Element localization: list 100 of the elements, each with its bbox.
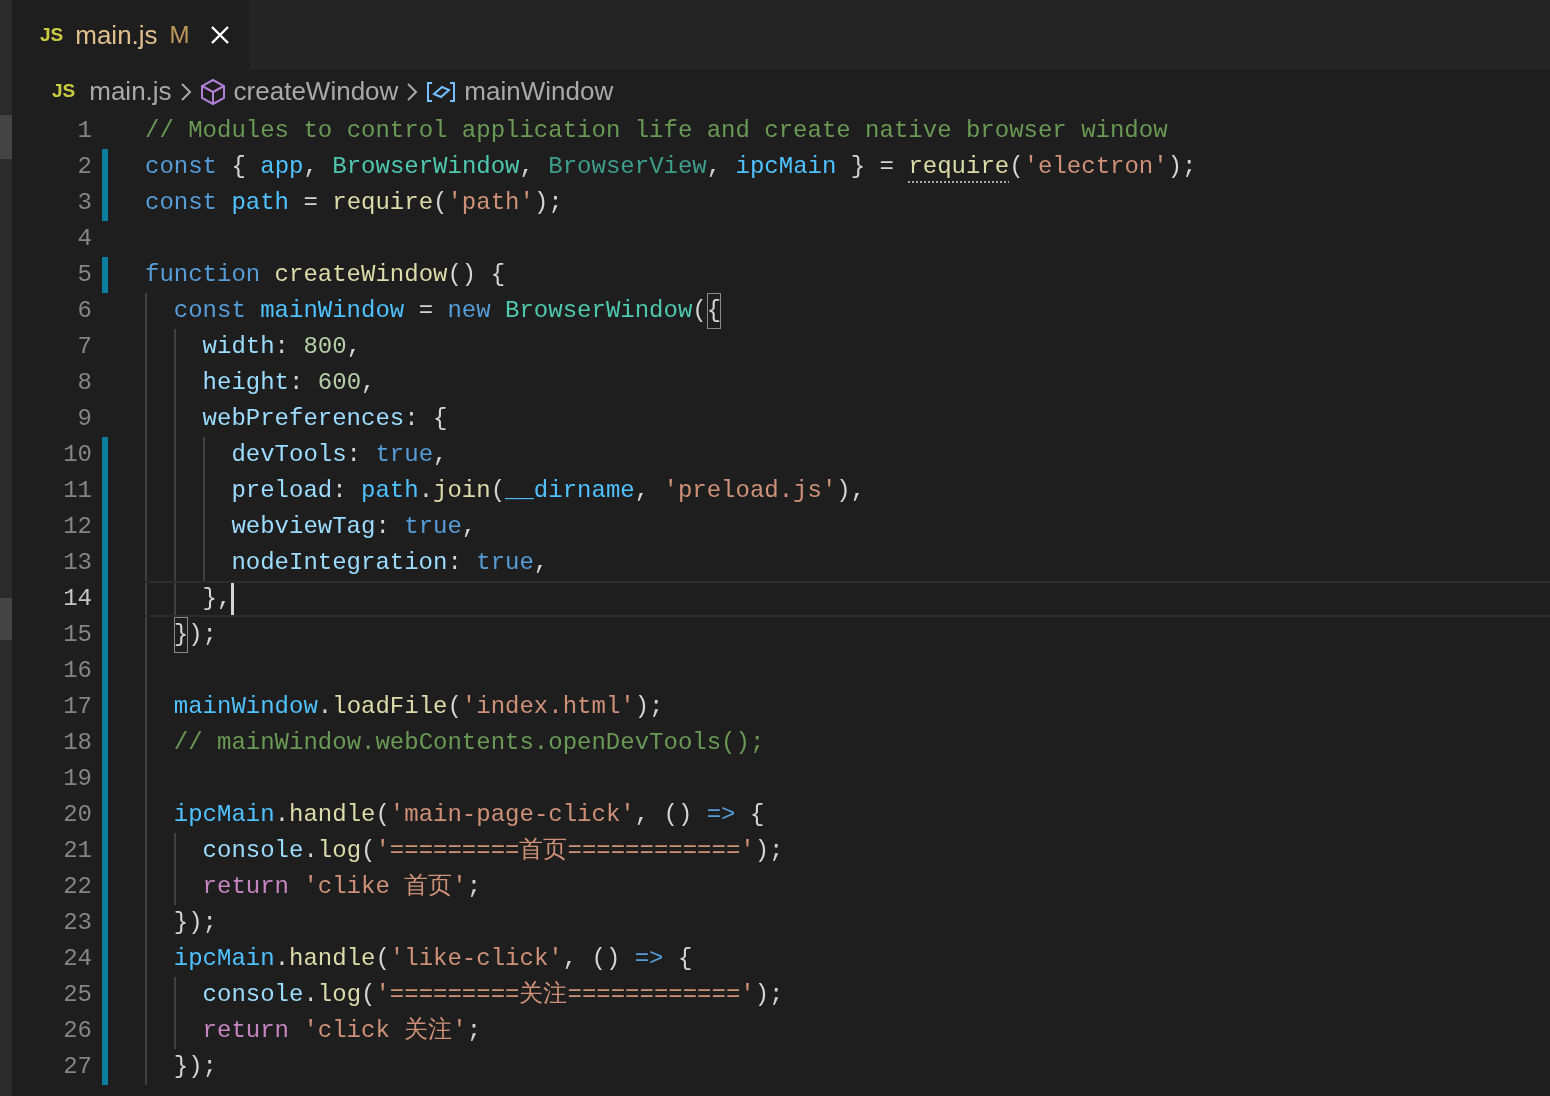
line-number: 10 (62, 440, 92, 470)
code-punctuation: : (346, 440, 362, 470)
function-token: require (908, 152, 1010, 182)
property-token: width (202, 332, 275, 362)
code-punctuation: ), (836, 476, 866, 506)
property-token: devTools (231, 440, 347, 470)
close-icon[interactable] (209, 25, 230, 45)
code-punctuation: : { (404, 404, 448, 434)
code-punctuation: = (302, 188, 319, 218)
string-token: 'clike 首页' (303, 872, 467, 902)
number-token: 600 (317, 368, 362, 398)
keyword-token: true (476, 548, 534, 578)
breadcrumb-item[interactable]: main.js (89, 72, 172, 111)
code-punctuation: . (418, 476, 434, 506)
code-punctuation: ( (375, 800, 390, 830)
function-token: require (332, 188, 434, 218)
string-token: 'electron' (1023, 152, 1168, 182)
code-punctuation: . (274, 800, 290, 830)
code-punctuation: }); (173, 1052, 217, 1082)
chevron-right-icon (406, 81, 419, 102)
string-token: 'click 关注' (303, 1016, 467, 1046)
code-punctuation: , (634, 476, 651, 506)
class-token: BrowserWindow (332, 152, 520, 182)
code-punctuation: }, (202, 584, 232, 614)
property-token: webviewTag (231, 512, 376, 542)
text-cursor (231, 583, 235, 615)
editor-tab[interactable]: JS main.js M (12, 0, 249, 70)
js-file-icon: JS (52, 77, 76, 106)
js-file-icon: JS (40, 20, 64, 50)
code-punctuation: , (519, 152, 535, 182)
variable-token: path (361, 476, 419, 506)
string-token: '=========关注============' (375, 980, 755, 1010)
code-comment: // mainWindow.webContents.openDevTools(); (173, 728, 765, 758)
string-token: 'like-click' (389, 944, 563, 974)
code-punctuation: ); (634, 692, 664, 722)
line-number: 1 (76, 116, 92, 146)
variable-token: __dirname (505, 476, 635, 506)
code-punctuation: , (433, 440, 448, 470)
tab-title: main.js (75, 18, 158, 52)
breadcrumb-item[interactable]: createWindow (233, 72, 399, 111)
function-token: log (317, 836, 362, 866)
matched-bracket: { (706, 293, 722, 329)
code-punctuation: , () (562, 944, 622, 974)
variable-token: mainWindow (173, 692, 318, 722)
line-number: 19 (62, 764, 92, 794)
line-number: 2 (76, 152, 92, 182)
line-number: 8 (76, 368, 92, 398)
code-punctuation: ); (188, 620, 217, 650)
code-comment: // Modules to control application life and create native browser window (145, 116, 1168, 146)
keyword-token: => (706, 800, 736, 830)
line-number: 11 (62, 476, 92, 506)
function-token: handle (289, 800, 376, 830)
line-number: 15 (62, 620, 92, 650)
code-punctuation: , (303, 152, 319, 182)
keyword-token: const (145, 188, 217, 218)
code-punctuation: , (361, 368, 376, 398)
line-number: 21 (62, 836, 92, 866)
code-punctuation: . (303, 836, 318, 866)
string-token: '=========首页============' (375, 836, 755, 866)
code-punctuation: , (533, 548, 549, 578)
line-number: 12 (62, 512, 92, 542)
line-number: 18 (62, 728, 92, 758)
keyword-token: => (634, 944, 664, 974)
string-token: 'path' (447, 188, 534, 218)
code-punctuation: ( (361, 836, 376, 866)
string-token: 'preload.js' (663, 476, 837, 506)
line-number: 16 (62, 656, 92, 686)
property-token: webPreferences (202, 404, 405, 434)
code-punctuation: } = (849, 152, 895, 182)
variable-token: ipcMain (735, 152, 837, 182)
property-token: nodeIntegration (231, 548, 448, 578)
matched-bracket: } (173, 617, 189, 653)
code-punctuation: ( (692, 296, 707, 326)
code-punctuation: ( (361, 980, 376, 1010)
code-punctuation: ( (433, 188, 448, 218)
code-punctuation: : (289, 368, 305, 398)
code-punctuation: : (447, 548, 463, 578)
code-punctuation: . (274, 944, 290, 974)
keyword-token: const (173, 296, 246, 326)
keyword-token: new (447, 296, 491, 326)
variable-token: ipcMain (173, 944, 275, 974)
line-number: 3 (76, 188, 92, 218)
function-token: loadFile (332, 692, 448, 722)
keyword-token: return (202, 872, 289, 902)
line-number: 4 (76, 224, 92, 254)
code-punctuation: ); (533, 188, 563, 218)
variable-token: path (231, 188, 289, 218)
keyword-token: true (375, 440, 434, 470)
function-token: join (433, 476, 491, 506)
line-number: 5 (76, 260, 92, 290)
code-punctuation: : (274, 332, 290, 362)
code-punctuation: ); (754, 980, 784, 1010)
code-punctuation: () { (447, 260, 506, 290)
code-punctuation: ; (466, 1016, 482, 1046)
breadcrumb-item[interactable]: mainWindow (464, 72, 614, 111)
line-number: 22 (62, 872, 92, 902)
line-number: 20 (62, 800, 92, 830)
code-punctuation: ( (447, 692, 462, 722)
code-punctuation: , (461, 512, 477, 542)
code-punctuation: }); (173, 908, 217, 938)
